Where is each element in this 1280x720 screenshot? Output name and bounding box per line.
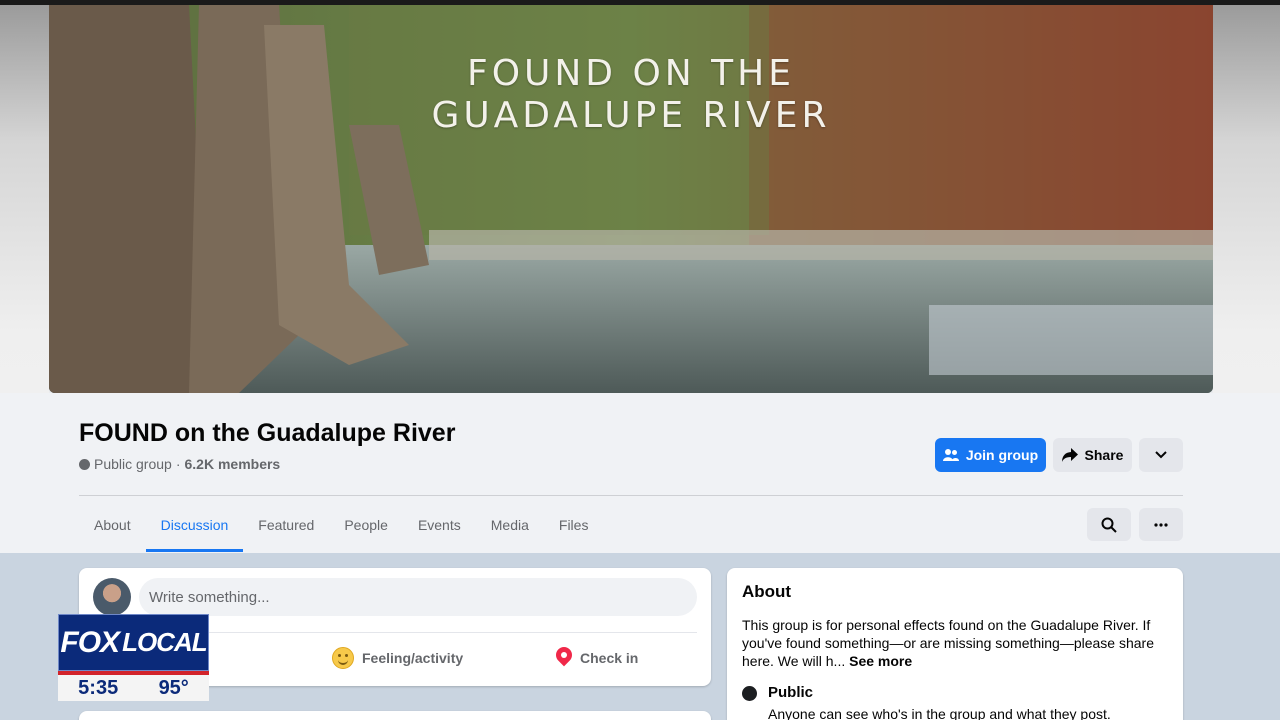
share-arrow-icon — [1061, 448, 1078, 462]
see-more-link[interactable]: See more — [849, 653, 912, 669]
share-label: Share — [1084, 447, 1124, 463]
tab-featured[interactable]: Featured — [243, 497, 329, 552]
feeling-activity-button[interactable]: Feeling/activity — [332, 646, 463, 670]
more-options-button[interactable] — [1139, 438, 1183, 472]
globe-icon — [79, 458, 90, 470]
privacy-label: Public group — [94, 456, 172, 472]
smiley-icon — [332, 647, 354, 669]
people-icon — [942, 449, 959, 461]
group-tabs: About Discussion Featured People Events … — [79, 497, 603, 552]
share-button[interactable]: Share — [1053, 438, 1132, 472]
fox-logo: FOX LOCAL — [58, 614, 209, 671]
search-button[interactable] — [1087, 508, 1131, 541]
location-pin-icon — [556, 647, 572, 669]
tab-about[interactable]: About — [79, 497, 146, 552]
cover-title-line2: GUADALUPE RIVER — [431, 95, 831, 136]
cover-photo: FOUND ON THE GUADALUPE RIVER — [49, 5, 1213, 393]
members-count[interactable]: 6.2K members — [185, 456, 281, 472]
tab-events[interactable]: Events — [403, 497, 476, 552]
tab-people[interactable]: People — [329, 497, 403, 552]
join-group-button[interactable]: Join group — [935, 438, 1046, 472]
cover-title-line1: FOUND ON THE — [466, 53, 795, 94]
fox-local-overlay: FOX LOCAL 5:35 95° — [58, 614, 209, 701]
chevron-down-icon — [1155, 451, 1167, 459]
about-heading: About — [742, 582, 792, 601]
header-divider — [79, 495, 1183, 496]
globe-icon — [742, 686, 757, 701]
tab-discussion[interactable]: Discussion — [145, 497, 244, 552]
avatar[interactable] — [93, 578, 131, 616]
group-meta: Public group · 6.2K members — [79, 456, 280, 472]
tab-files[interactable]: Files — [544, 497, 604, 552]
local-brand: LOCAL — [122, 627, 208, 657]
fox-time-temp: 5:35 95° — [58, 675, 209, 701]
write-something-input[interactable]: Write something... — [139, 578, 697, 616]
feeling-label: Feeling/activity — [362, 650, 464, 666]
fox-brand: FOX — [60, 625, 120, 659]
more-tabs-button[interactable] — [1139, 508, 1183, 541]
public-description: Anyone can see who's in the group and wh… — [768, 706, 1111, 720]
tab-media[interactable]: Media — [476, 497, 544, 552]
join-group-label: Join group — [965, 447, 1039, 463]
checkin-label: Check in — [580, 650, 639, 666]
meta-separator: · — [175, 456, 181, 472]
group-title: FOUND on the Guadalupe River — [79, 419, 456, 447]
about-description: This group is for personal effects found… — [742, 616, 1167, 670]
overlay-temperature: 95° — [158, 676, 189, 699]
search-icon — [1101, 517, 1117, 533]
overlay-time: 5:35 — [78, 676, 119, 699]
next-post-card — [79, 711, 711, 720]
about-text: This group is for personal effects found… — [742, 617, 1155, 669]
ellipsis-icon — [1154, 522, 1168, 527]
public-heading: Public — [768, 684, 814, 701]
check-in-button[interactable]: Check in — [556, 646, 638, 670]
